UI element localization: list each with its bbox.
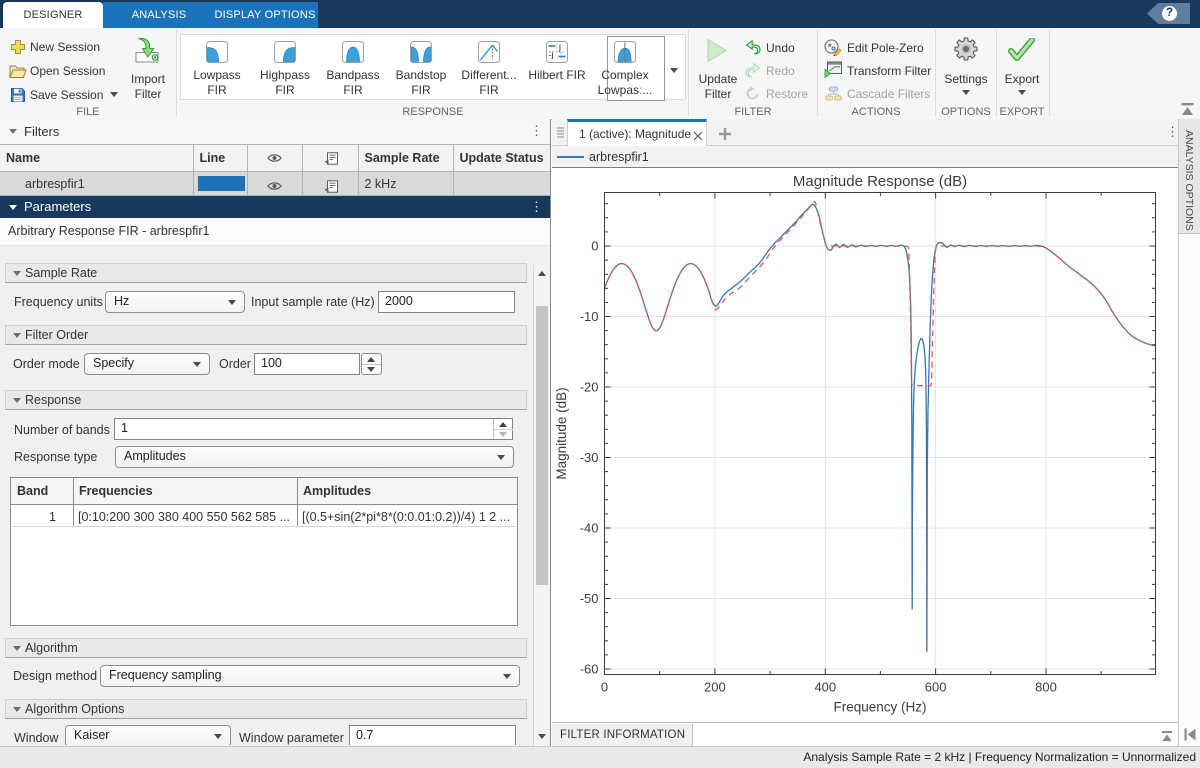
svg-text:400: 400 bbox=[814, 680, 836, 695]
svg-text:600: 600 bbox=[925, 680, 947, 695]
svg-text:0: 0 bbox=[591, 239, 598, 254]
svg-text:Frequency (Hz): Frequency (Hz) bbox=[833, 700, 926, 715]
svg-text:Magnitude (dB): Magnitude (dB) bbox=[554, 387, 569, 479]
svg-text:200: 200 bbox=[704, 680, 726, 695]
svg-text:-40: -40 bbox=[580, 521, 599, 536]
svg-text:-50: -50 bbox=[580, 591, 599, 606]
svg-text:Magnitude Response (dB): Magnitude Response (dB) bbox=[793, 173, 967, 190]
svg-text:800: 800 bbox=[1035, 680, 1057, 695]
svg-text:-10: -10 bbox=[580, 309, 599, 324]
svg-text:-30: -30 bbox=[580, 450, 599, 465]
svg-text:-20: -20 bbox=[580, 380, 599, 395]
svg-text:-j: -j bbox=[549, 50, 554, 60]
svg-text:j: j bbox=[558, 42, 561, 52]
svg-text:-60: -60 bbox=[580, 662, 599, 677]
svg-text:0: 0 bbox=[601, 680, 608, 695]
